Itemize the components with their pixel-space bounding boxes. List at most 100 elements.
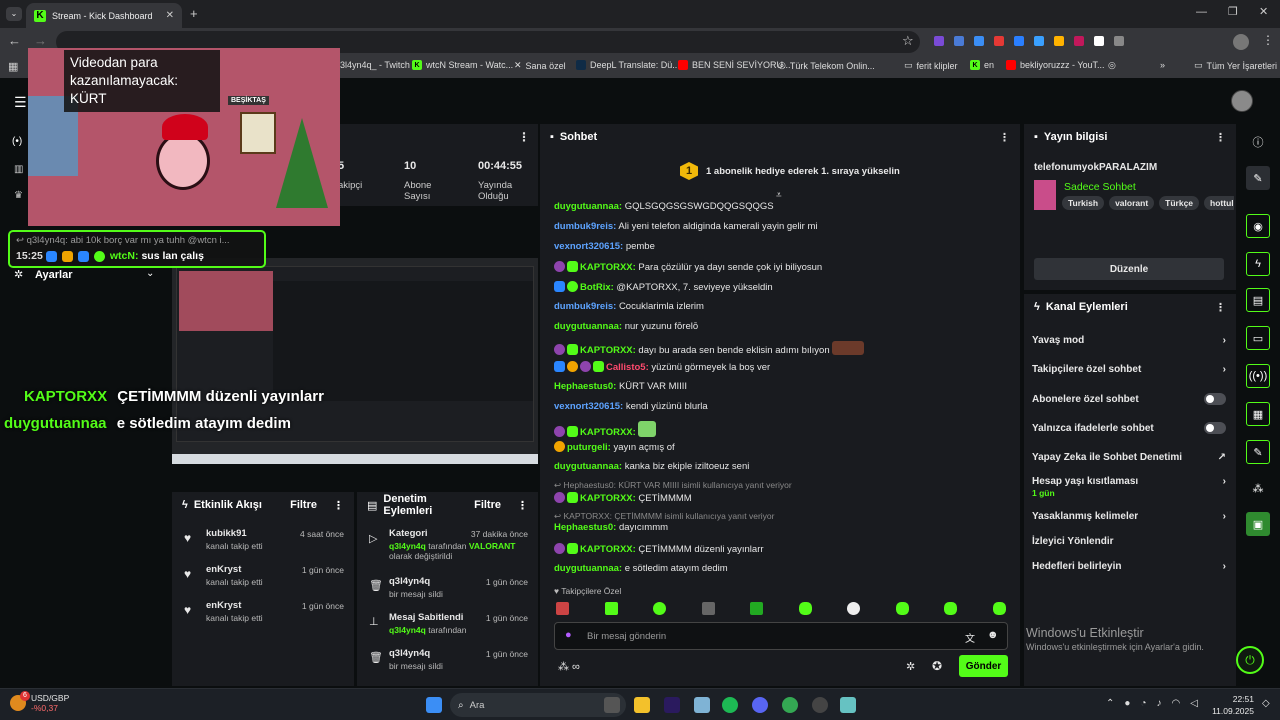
side-app-icon[interactable]: ▣ xyxy=(1246,512,1270,536)
side-points-icon[interactable]: ⁂ xyxy=(1246,476,1270,500)
bookmark-all[interactable]: ▭ Tüm Yer İşaretleri xyxy=(1194,60,1277,71)
notification-bell-icon[interactable]: ◇ xyxy=(1262,698,1270,709)
action-slow-mode[interactable]: Yavaş mod › xyxy=(1032,335,1226,346)
emote-icon[interactable] xyxy=(847,602,861,615)
channel-actions-menu-icon[interactable]: ⋮ xyxy=(1215,301,1226,314)
side-power-button[interactable]: ⏻ xyxy=(1236,646,1264,674)
emote-icon[interactable] xyxy=(556,602,569,615)
subscribers-only-toggle[interactable] xyxy=(1204,393,1226,405)
bookmark-star-icon[interactable]: ☆ xyxy=(902,33,914,49)
moderation-menu-icon[interactable]: ⋮ xyxy=(517,499,528,512)
spotify-icon[interactable] xyxy=(722,697,738,713)
nav-settings-label[interactable]: Ayarlar xyxy=(35,269,73,281)
bookmark-youtube-1[interactable]: BEN SENİ SEVİYORU... xyxy=(678,60,791,70)
browser-tab-kick-dashboard[interactable]: K Stream - Kick Dashboard ✕ xyxy=(26,3,182,28)
hamburger-menu-icon[interactable]: ☰ xyxy=(14,94,27,111)
emote-icon[interactable] xyxy=(701,602,715,615)
nav-analytics-icon[interactable]: ▥ xyxy=(14,164,23,175)
translate-icon[interactable]: 文 xyxy=(965,630,975,645)
action-host-viewers[interactable]: İzleyici Yönlendir xyxy=(1032,536,1226,547)
microphone-icon[interactable]: ● xyxy=(565,629,572,641)
activity-menu-icon[interactable]: ⋮ xyxy=(333,499,344,512)
edit-stream-button[interactable]: Düzenle xyxy=(1034,258,1224,280)
action-followers-only[interactable]: Takipçilere özel sohbet › xyxy=(1032,364,1226,375)
stream-info-menu-icon[interactable]: ⋮ xyxy=(1215,131,1226,144)
side-info-icon[interactable]: ⓘ xyxy=(1246,130,1270,154)
side-document-icon[interactable]: ▤ xyxy=(1246,288,1270,312)
chat-input-box[interactable]: ● Bir mesaj gönderin 文 ☻ xyxy=(554,622,1008,650)
nav-stream-icon[interactable]: (•) xyxy=(12,136,22,147)
emote-icon[interactable] xyxy=(750,602,764,615)
forward-arrow-icon[interactable]: → xyxy=(34,33,47,48)
side-wrench-icon[interactable]: ✎ xyxy=(1246,440,1270,464)
chat-bot-icon[interactable]: ✪ xyxy=(932,659,942,673)
action-account-age[interactable]: Hesap yaşı kısıtlaması 1 gün › xyxy=(1032,476,1226,498)
window-close-icon[interactable]: ✕ xyxy=(1259,5,1268,18)
chevron-down-icon[interactable]: ⌄ xyxy=(146,268,154,279)
bookmark-twitch[interactable]: 3l4yn4q_ - Twitch xyxy=(340,60,410,70)
taskview-icon[interactable] xyxy=(604,697,620,713)
side-broadcast-icon[interactable]: ((•)) xyxy=(1246,364,1270,388)
bookmark-en[interactable]: Ken xyxy=(970,60,994,70)
back-arrow-icon[interactable]: ← xyxy=(8,33,21,48)
side-chat-icon[interactable]: ▭ xyxy=(1246,326,1270,350)
side-layout-icon[interactable]: ▦ xyxy=(1246,402,1270,426)
user-avatar[interactable] xyxy=(1231,90,1253,112)
expand-pinned-icon[interactable]: ⩡ xyxy=(776,190,782,201)
profile-avatar[interactable] xyxy=(1233,34,1249,50)
chat-points-icon[interactable]: ⁂ ∞ xyxy=(558,660,580,673)
discord-icon[interactable] xyxy=(752,697,768,713)
nav-settings-icon[interactable]: ✲ xyxy=(14,268,23,281)
stats-menu-icon[interactable]: ⋮ xyxy=(518,130,530,144)
app-icon[interactable] xyxy=(694,697,710,713)
emote-icon[interactable] xyxy=(798,602,812,615)
ticker-widget[interactable]: 6 USD/GBP -%0,37 xyxy=(10,691,69,713)
bookmark-sana-ozel[interactable]: ✕ Sana özel xyxy=(514,60,566,71)
windows-start-icon[interactable] xyxy=(426,697,442,713)
bookmark-wtcn-stream[interactable]: KwtcN Stream - Watc... xyxy=(412,60,513,70)
side-camera-icon[interactable]: ◉ xyxy=(1246,214,1270,238)
bookmark-globe[interactable]: ◎ xyxy=(1108,60,1116,71)
emoji-icon[interactable]: ☻ xyxy=(987,629,999,641)
bookmark-turk-telekom[interactable]: ◎ Türk Telekom Onlin... xyxy=(778,60,875,71)
premiere-icon[interactable] xyxy=(664,697,680,713)
bookmark-ferit-klipler[interactable]: ▭ ferit klipler xyxy=(904,60,958,71)
bookmarks-overflow[interactable]: » xyxy=(1160,60,1165,70)
chat-settings-icon[interactable]: ✲ xyxy=(906,660,915,673)
new-tab-button[interactable]: + xyxy=(190,6,198,21)
nav-trophy-icon[interactable]: ♛ xyxy=(14,190,23,201)
stream-preview[interactable] xyxy=(172,258,538,464)
send-button[interactable]: Gönder xyxy=(959,655,1008,677)
chat-input-placeholder[interactable]: Bir mesaj gönderin xyxy=(587,631,666,642)
action-banned-words[interactable]: Yasaklanmış kelimeler › xyxy=(1032,511,1226,522)
emotes-only-toggle[interactable] xyxy=(1204,422,1226,434)
extensions-icons[interactable] xyxy=(934,36,1204,48)
moderation-filter-button[interactable]: Filtre xyxy=(474,499,501,511)
emote-icon[interactable] xyxy=(895,602,909,615)
chat-menu-icon[interactable]: ⋮ xyxy=(999,131,1010,144)
emote-icon[interactable] xyxy=(944,602,958,615)
bookmark-youtube-2[interactable]: bekliyoruzzz - YouT... xyxy=(1006,60,1105,70)
window-restore-icon[interactable]: ❐ xyxy=(1228,5,1238,18)
stream-category[interactable]: Sadece Sohbet xyxy=(1064,181,1136,193)
tab-search-button[interactable]: ⌄ xyxy=(6,7,22,21)
emote-icon[interactable] xyxy=(992,602,1006,615)
tab-close-icon[interactable]: ✕ xyxy=(166,10,174,21)
pinned-gift-banner[interactable]: 1 1 abonelik hediye ederek 1. sıraya yük… xyxy=(680,162,900,180)
emote-icon[interactable] xyxy=(604,602,618,615)
browser-menu-icon[interactable]: ⋮ xyxy=(1262,33,1274,47)
taskbar-clock[interactable]: 22:51 11.09.2025 xyxy=(1202,693,1254,717)
taskbar-search[interactable]: ⌕ Ara xyxy=(450,693,626,717)
app-icon[interactable] xyxy=(840,697,856,713)
emote-bar[interactable] xyxy=(556,602,1006,616)
bookmark-deepl[interactable]: DeepL Translate: Dü... xyxy=(576,60,680,70)
side-edit-icon[interactable]: ✎ xyxy=(1246,166,1270,190)
system-tray[interactable]: ⌃ ● ◔ ♪ ◠ ◁ xyxy=(1106,698,1198,709)
action-set-goals[interactable]: Hedefleri belirleyin › xyxy=(1032,561,1226,572)
side-lightning-icon[interactable]: ϟ xyxy=(1246,252,1270,276)
file-explorer-icon[interactable] xyxy=(634,697,650,713)
apps-grid-icon[interactable]: ▦ xyxy=(8,60,18,73)
activity-filter-button[interactable]: Filtre xyxy=(290,499,317,511)
emote-icon[interactable] xyxy=(653,602,667,615)
action-ai-moderation[interactable]: Yapay Zeka ile Sohbet Denetimi ↗ xyxy=(1032,452,1226,463)
